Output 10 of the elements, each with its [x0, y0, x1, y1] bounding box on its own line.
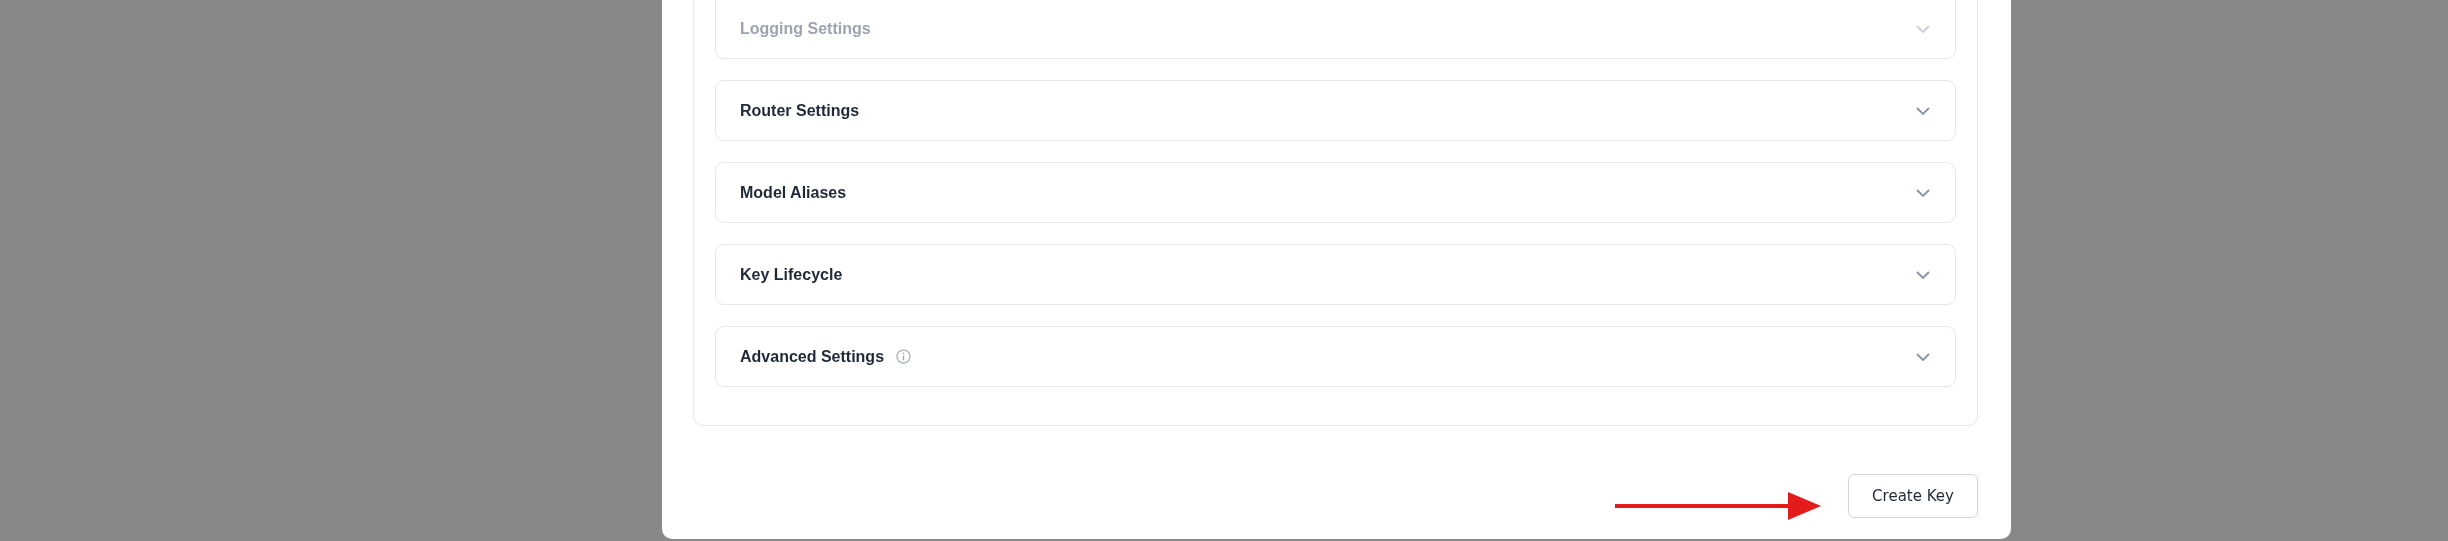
chevron-down-icon	[1915, 105, 1931, 116]
create-key-button[interactable]: Create Key	[1848, 474, 1978, 518]
chevron-down-icon	[1915, 269, 1931, 280]
chevron-down-icon	[1915, 187, 1931, 198]
chevron-down-icon	[1915, 24, 1931, 34]
chevron-down-icon	[1915, 351, 1931, 362]
accordion-header[interactable]: Key Lifecycle	[715, 244, 1956, 305]
accordion-header[interactable]: Router Settings	[715, 80, 1956, 141]
accordion-header[interactable]: Model Aliases	[715, 162, 1956, 223]
accordion-header[interactable]: Advanced Settings	[715, 326, 1956, 387]
